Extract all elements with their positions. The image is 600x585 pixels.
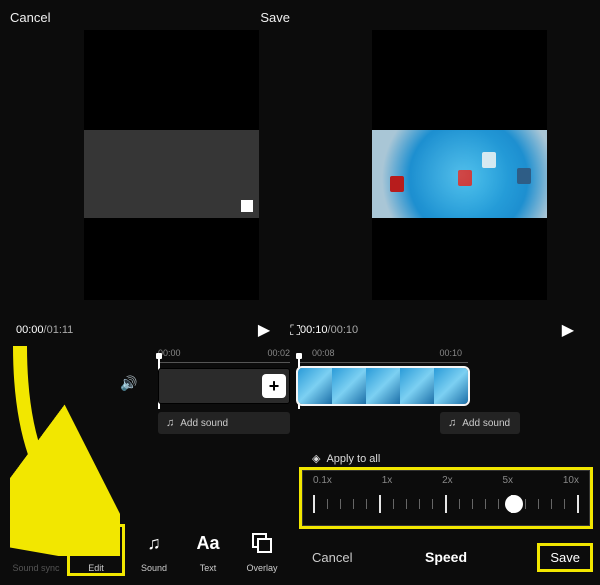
preview-game-frame — [372, 130, 547, 218]
music-note-icon: ♫ — [448, 417, 456, 429]
text-icon: Aa — [192, 527, 224, 559]
preview-content-placeholder — [84, 130, 259, 218]
roblox-logo-icon — [241, 200, 253, 212]
music-note-icon: ♫ — [166, 417, 174, 429]
fullscreen-button[interactable]: ⛶ — [290, 322, 300, 339]
volume-icon[interactable]: 🔊 — [120, 375, 137, 392]
clip-row[interactable]: + — [158, 368, 290, 404]
speed-save-button[interactable]: Save — [540, 546, 590, 569]
cancel-button[interactable]: Cancel — [0, 8, 60, 27]
music-note-icon: ♫ — [138, 527, 170, 559]
time-display: 00:00/01:11 — [16, 324, 73, 336]
edit-button[interactable]: Edit — [70, 527, 122, 573]
add-clip-button[interactable]: + — [262, 374, 286, 398]
text-button[interactable]: Aa Text — [182, 527, 234, 573]
add-sound-button[interactable]: ♫ Add sound — [440, 412, 520, 434]
timeline-ruler: 00:0800:10 — [312, 348, 462, 362]
apply-to-all-toggle[interactable]: ◈ Apply to all — [312, 452, 380, 465]
overlay-button[interactable]: Overlay — [236, 527, 288, 573]
speed-labels: 0.1x 1x 2x 5x 10x — [313, 475, 579, 486]
clip-row[interactable] — [298, 368, 468, 404]
edit-icon — [80, 527, 112, 559]
sound-sync-button[interactable]: ⟳ Sound sync — [10, 527, 62, 573]
video-preview-left[interactable] — [84, 30, 259, 300]
timeline-ruler: 00:0000:02 — [158, 348, 290, 362]
sync-icon: ⟳ — [20, 527, 52, 559]
play-button[interactable]: ▶ — [562, 320, 574, 340]
speed-slider[interactable] — [313, 493, 579, 515]
speed-slider-panel: 0.1x 1x 2x 5x 10x — [302, 470, 590, 526]
speed-slider-knob[interactable] — [505, 495, 523, 513]
save-button[interactable]: Save — [250, 8, 300, 27]
layers-icon: ◈ — [312, 452, 320, 465]
speed-cancel-button[interactable]: Cancel — [302, 546, 362, 569]
time-display: 00:10/00:10 — [300, 324, 358, 336]
add-sound-button[interactable]: ♫ Add sound — [158, 412, 290, 434]
overlay-icon — [246, 527, 278, 559]
sound-button[interactable]: ♫ Sound — [128, 527, 180, 573]
annotation-arrow-icon — [10, 336, 120, 556]
play-button[interactable]: ▶ — [258, 320, 270, 340]
video-preview-right[interactable] — [372, 30, 547, 300]
